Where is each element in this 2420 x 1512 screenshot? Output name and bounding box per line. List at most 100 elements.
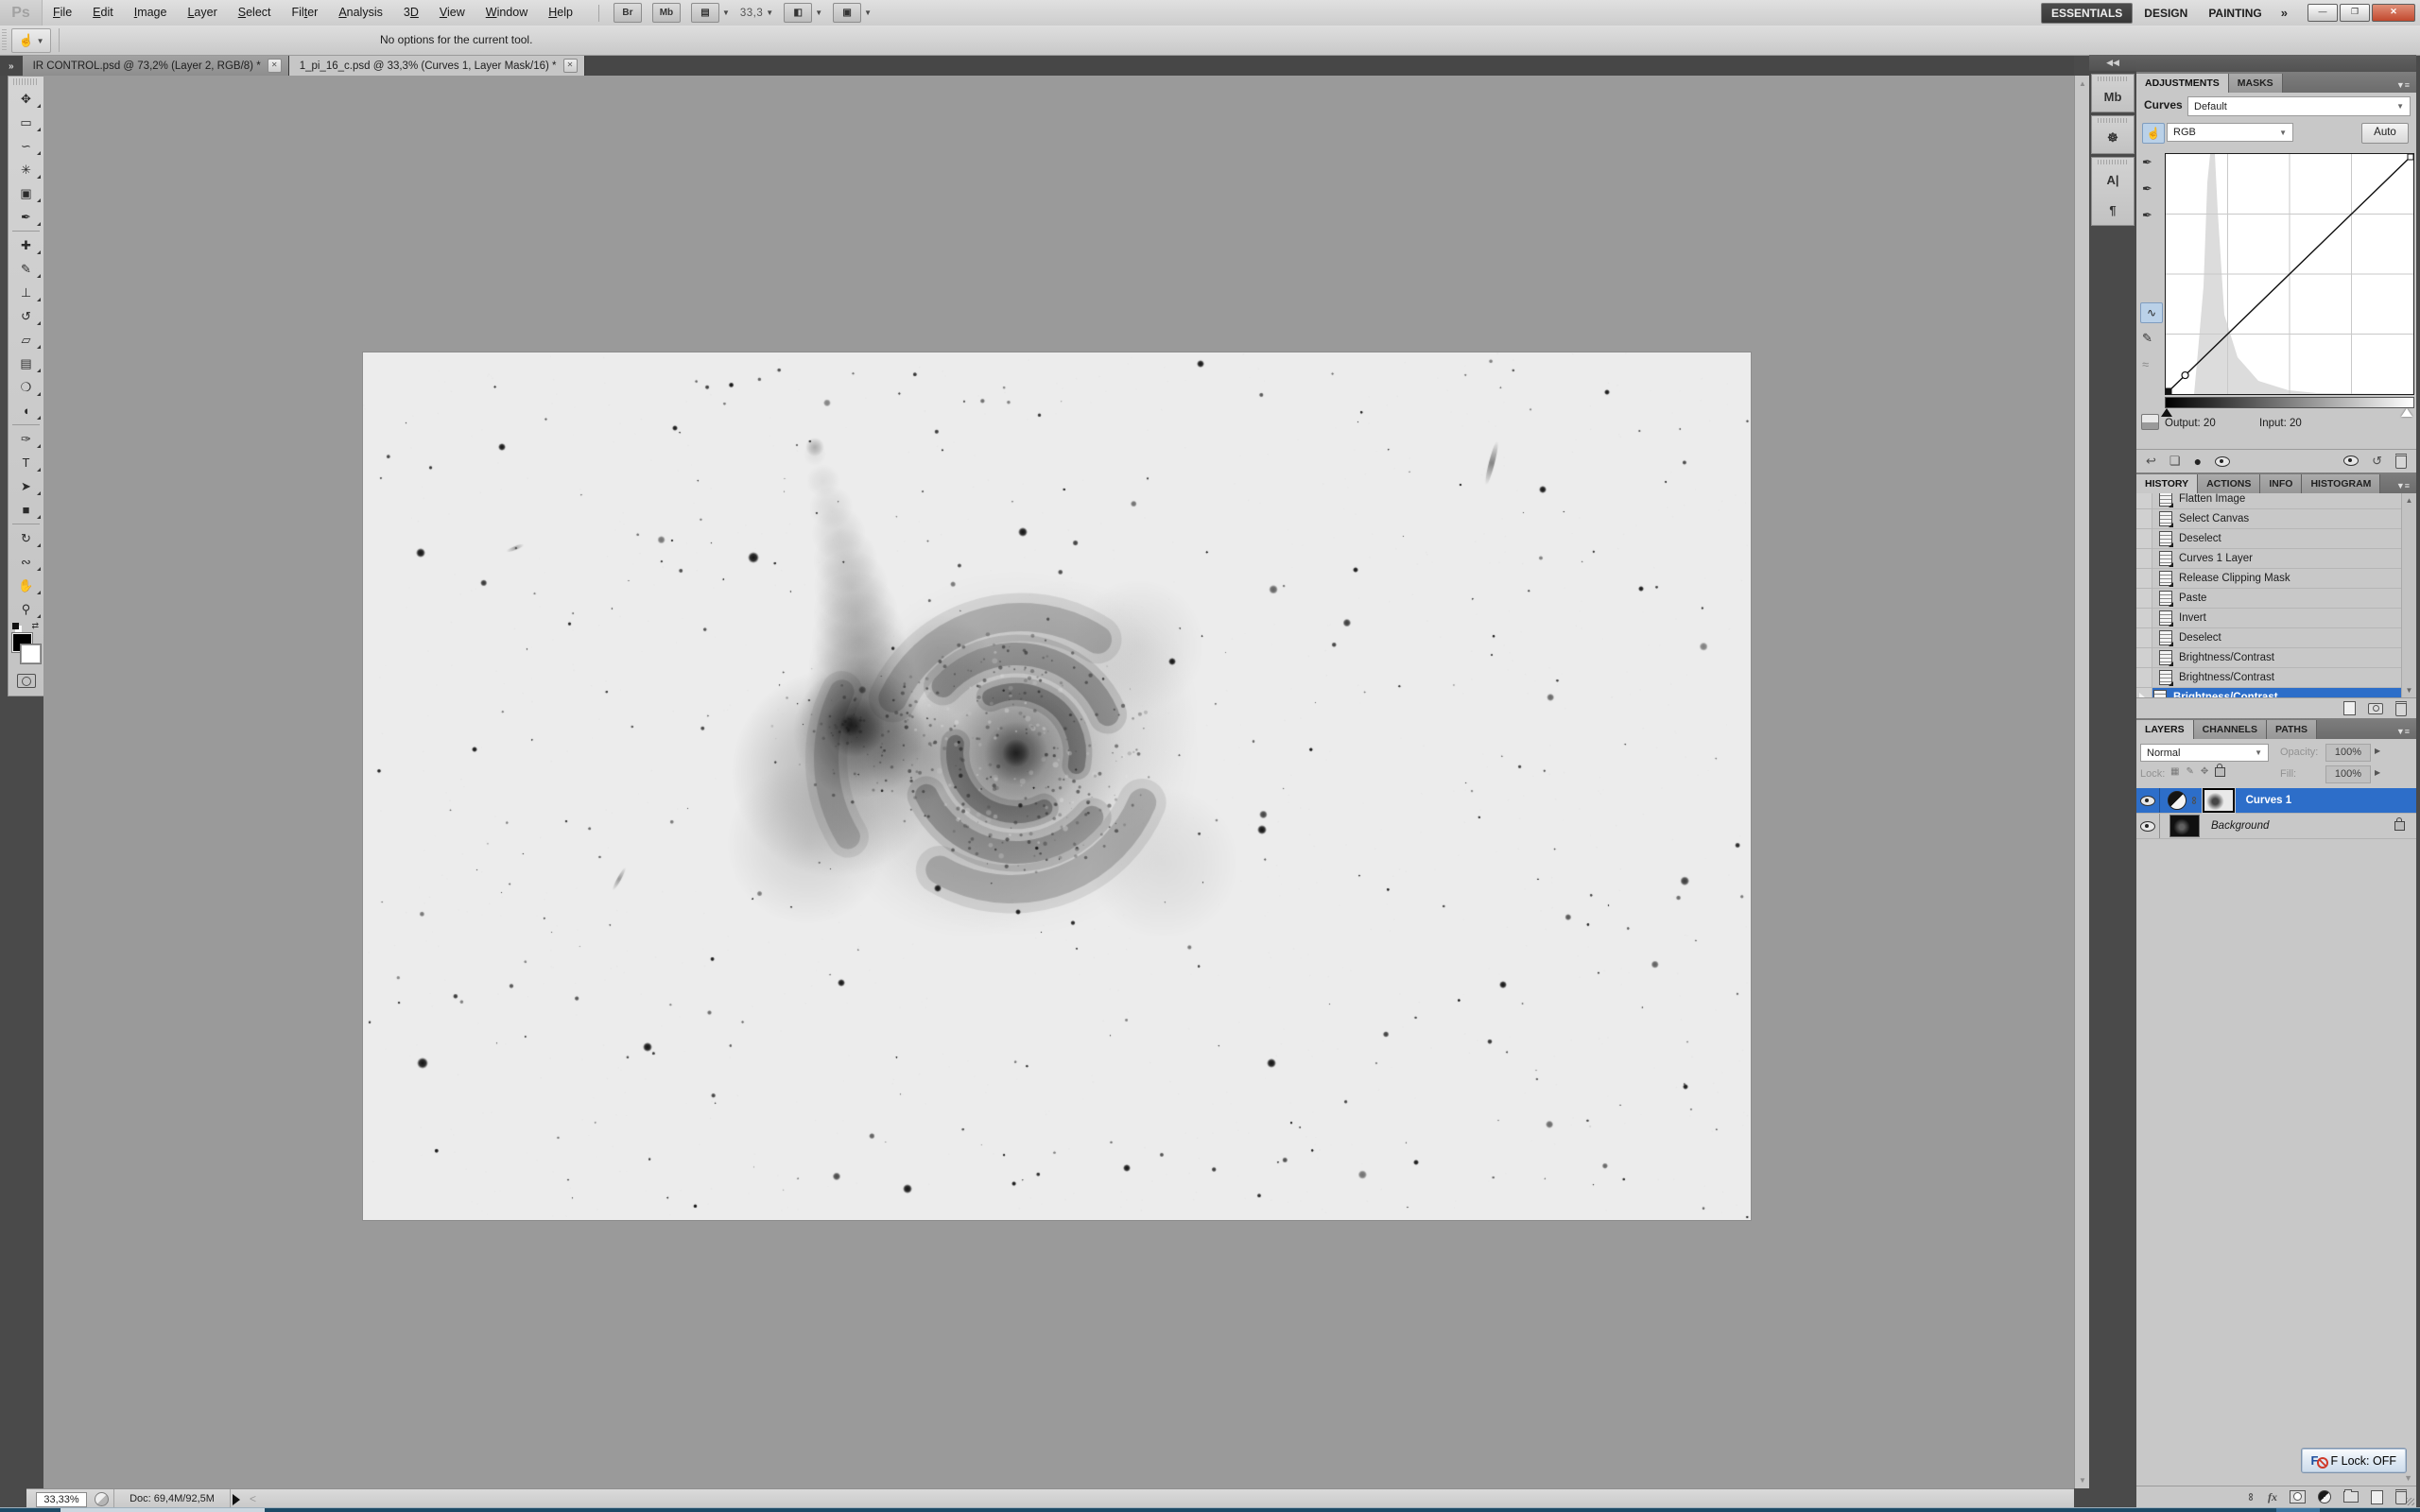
move-tool[interactable]: ✥ [9,87,43,111]
path-selection-tool[interactable]: ➤ [9,474,43,498]
crop-tool[interactable]: ▣ [9,181,43,205]
resize-grip-icon[interactable] [2407,1498,2414,1505]
clip-to-layer-icon[interactable]: ● [2194,454,2202,469]
zoom-percent-field[interactable]: 33,33% [36,1492,87,1507]
history-state[interactable]: Paste [2136,589,2402,609]
grip-handle[interactable] [2,29,7,51]
vertical-scrollbar[interactable]: ▲ ▼ [2074,76,2090,1488]
history-brush-tool[interactable]: ↺ [9,304,43,328]
hscroll-left-icon[interactable]: < [250,1489,256,1509]
opacity-field[interactable]: 100% [2325,744,2371,762]
history-source-well[interactable] [2136,493,2152,508]
workspace-painting[interactable]: PAINTING [2199,4,2271,23]
history-source-well[interactable] [2136,609,2152,627]
lock-all-icon[interactable] [2215,767,2225,777]
document-tab-1[interactable]: IR CONTROL.psd @ 73,2% (Layer 2, RGB/8) … [23,56,289,76]
brush-tool[interactable]: ✎ [9,257,43,281]
default-colors-icon[interactable] [12,623,19,629]
tools-grip[interactable] [13,78,39,85]
layer-thumbnail[interactable] [2169,815,2200,837]
expanded-view-icon[interactable]: ❏ [2169,454,2181,469]
screen-mode-button[interactable]: ▣▼ [833,3,872,23]
new-group-icon[interactable] [2343,1491,2359,1503]
return-to-adjustment-list-icon[interactable]: ↩ [2146,454,2156,469]
menu-filter[interactable]: Filter [282,0,329,26]
new-adjustment-layer-icon[interactable] [2318,1490,2331,1503]
layer-row-curves-1[interactable]: ∞Curves 1 [2136,788,2416,814]
document-canvas-area[interactable] [43,76,2074,1488]
history-state[interactable]: Flatten Image [2136,493,2402,509]
history-tab-histogram[interactable]: HISTOGRAM [2302,474,2380,493]
history-state[interactable]: Deselect [2136,529,2402,549]
menu-image[interactable]: Image [124,0,178,26]
layers-tab-channels[interactable]: CHANNELS [2194,720,2267,739]
launch-mini-bridge-button[interactable]: Mb [652,3,681,23]
history-source-well[interactable] [2136,549,2152,568]
layer-mask-thumbnail[interactable] [2203,788,2235,813]
view-previous-state-icon[interactable] [2343,455,2359,469]
panel-menu-icon[interactable]: ▼≡ [2396,727,2416,739]
dodge-tool[interactable]: ◖ [9,399,43,422]
opacity-stepper-icon[interactable]: ▶ [2375,747,2380,755]
new-layer-icon[interactable] [2371,1490,2383,1504]
hand-tool[interactable]: ✋ [9,574,43,597]
add-layer-mask-icon[interactable] [2290,1490,2306,1503]
history-state[interactable]: Brightness/Contrast [2136,688,2402,697]
scroll-down-icon[interactable]: ▼ [2402,686,2416,695]
mini-bridge-panel-icon[interactable]: Mb [2092,81,2134,112]
background-color-swatch[interactable] [21,644,41,663]
history-tab-history[interactable]: HISTORY [2136,474,2198,493]
minimize-button[interactable]: — [2308,4,2338,22]
quick-mask-button[interactable] [17,674,36,688]
history-state[interactable]: Curves 1 Layer [2136,549,2402,569]
curve-pencil-mode-icon[interactable]: ✎ [2142,331,2152,346]
fill-stepper-icon[interactable]: ▶ [2375,768,2380,777]
targeted-adjustment-toggle[interactable]: ☝ [2142,123,2165,144]
open-document-image[interactable] [363,352,1751,1220]
tab-overflow-button[interactable]: » [0,61,23,76]
workspace-essentials[interactable]: ESSENTIALS [2041,3,2133,24]
adjustments-tab-adjustments[interactable]: ADJUSTMENTS [2136,74,2229,93]
history-state[interactable]: Brightness/Contrast [2136,668,2402,688]
scroll-up-icon[interactable]: ▲ [2402,496,2416,505]
history-source-well[interactable] [2136,509,2152,528]
lock-pixels-icon[interactable]: ✎ [2186,766,2193,777]
history-state[interactable]: Brightness/Contrast [2136,648,2402,668]
delete-state-icon[interactable] [2395,701,2407,716]
workspace-overflow-icon[interactable]: » [2273,6,2295,20]
history-source-well[interactable] [2136,529,2152,548]
collapse-dock-icon[interactable]: ◀◀ [2089,55,2136,71]
history-source-well[interactable] [2136,628,2152,647]
panel-menu-icon[interactable]: ▼≡ [2396,481,2416,493]
view-extras-button[interactable]: ▤▼ [691,3,730,23]
menu-window[interactable]: Window [475,0,538,26]
history-state[interactable]: Select Canvas [2136,509,2402,529]
history-tab-info[interactable]: INFO [2260,474,2302,493]
menu-help[interactable]: Help [538,0,583,26]
gray-point-eyedropper-icon[interactable]: ✒ [2142,181,2152,197]
adjustment-layer-thumbnail[interactable] [2168,791,2187,810]
close-tab-icon[interactable]: ✕ [268,59,282,73]
layer-style-icon[interactable]: fx [2268,1490,2277,1504]
white-point-eyedropper-icon[interactable]: ✒ [2142,208,2152,223]
history-source-well[interactable] [2136,648,2152,667]
blend-mode-select[interactable]: Normal▼ [2140,744,2269,762]
restore-button[interactable]: ❐ [2340,4,2370,22]
black-input-slider[interactable] [2161,408,2172,417]
new-document-from-state-icon[interactable] [2343,701,2356,715]
history-state[interactable]: Deselect [2136,628,2402,648]
rectangular-marquee-tool[interactable]: ▭ [9,111,43,134]
menu-edit[interactable]: Edit [82,0,124,26]
quick-selection-tool[interactable]: ✳ [9,158,43,181]
layers-tab-layers[interactable]: LAYERS [2136,720,2194,739]
auto-button[interactable]: Auto [2361,123,2409,144]
launch-bridge-button[interactable]: Br [614,3,642,23]
layer-row-background[interactable]: Background [2136,814,2416,839]
workspace-design[interactable]: DESIGN [2135,4,2197,23]
document-tab-2[interactable]: 1_pi_16_c.psd @ 33,3% (Curves 1, Layer M… [289,56,585,76]
fill-field[interactable]: 100% [2325,765,2371,783]
3d-rotate-tool[interactable]: ↻ [9,526,43,550]
navigator-panel-icon[interactable]: ☸ [2092,123,2134,153]
curves-preset-select[interactable]: Default▼ [2187,96,2411,116]
history-tab-actions[interactable]: ACTIONS [2198,474,2260,493]
